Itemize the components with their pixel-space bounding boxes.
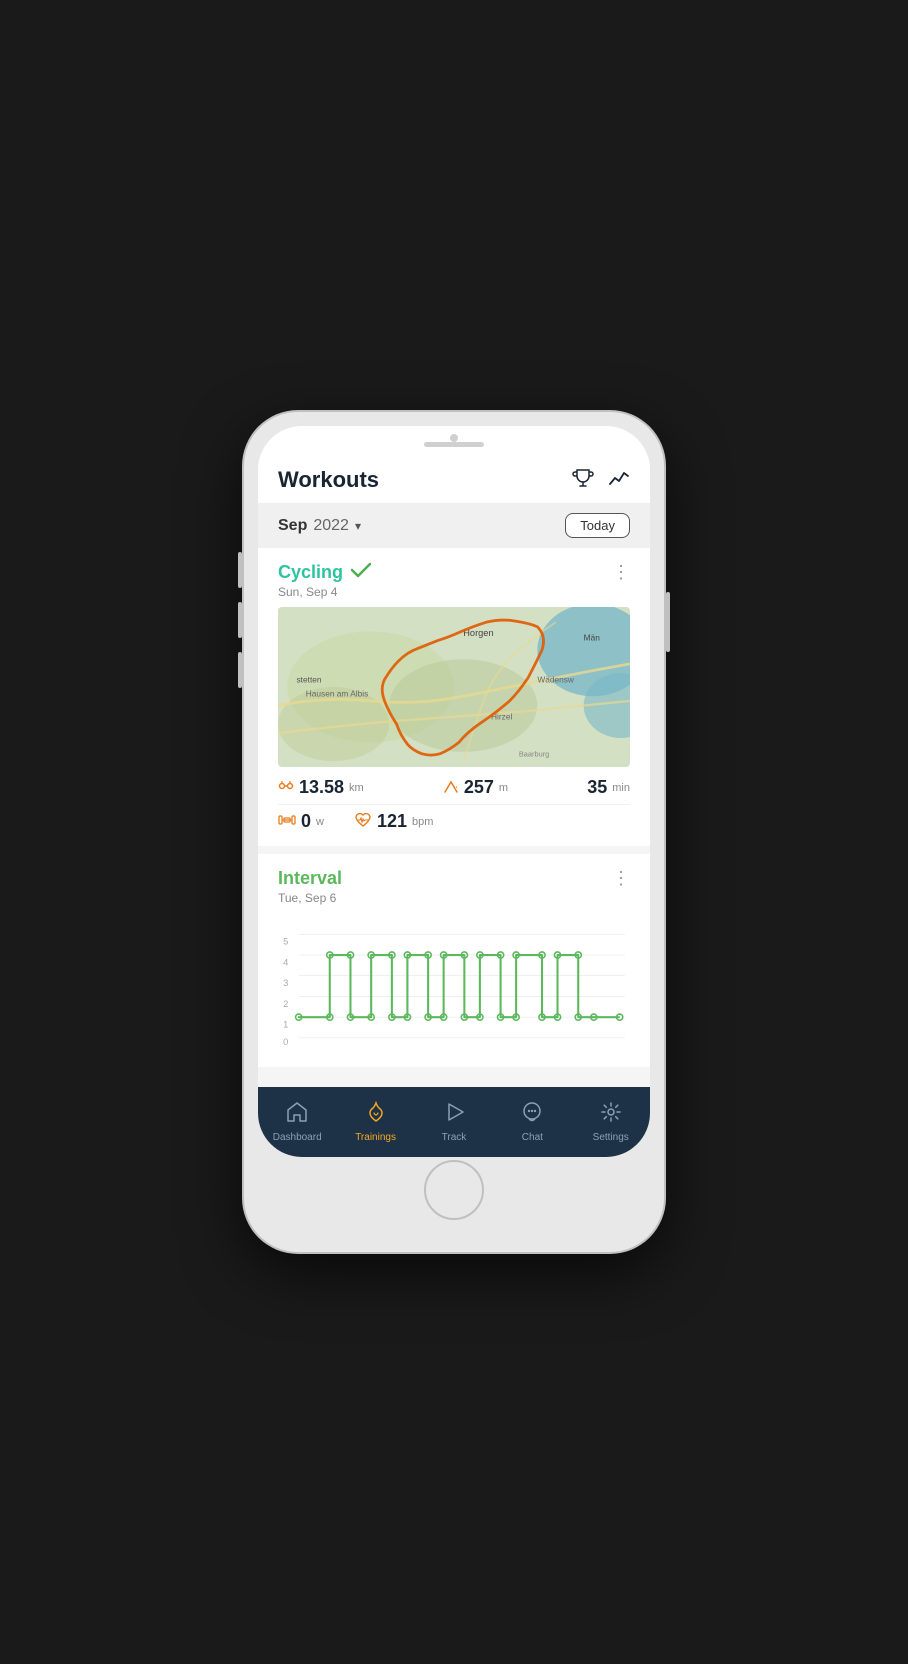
cycling-title: Cycling bbox=[278, 562, 343, 583]
nav-chat-label: Chat bbox=[522, 1132, 543, 1143]
date-bar: Sep 2022 ▾ Today bbox=[258, 503, 650, 548]
svg-text:0: 0 bbox=[283, 1037, 288, 1047]
cycling-more-icon[interactable]: ⋮ bbox=[612, 562, 630, 583]
date-selector[interactable]: Sep 2022 ▾ bbox=[278, 517, 361, 535]
power-stat: 0 w bbox=[278, 811, 324, 832]
workouts-list: Cycling ⋮ Sun, Sep 4 bbox=[258, 548, 650, 1087]
distance-stat: 13.58 km bbox=[278, 777, 364, 798]
distance-value: 13.58 bbox=[299, 777, 344, 798]
nav-dashboard[interactable]: Dashboard bbox=[270, 1101, 325, 1143]
nav-chat[interactable]: Chat bbox=[505, 1101, 560, 1143]
interval-card: Interval ⋮ Tue, Sep 6 0 1 2 3 4 bbox=[258, 854, 650, 1067]
svg-text:Baarburg: Baarburg bbox=[519, 749, 549, 758]
hr-icon bbox=[354, 812, 372, 831]
elevation-stat: 257 m bbox=[443, 777, 508, 798]
phone-frame: Workouts bbox=[244, 412, 664, 1252]
cycling-stats-row1: 13.58 km 257 m bbox=[278, 777, 630, 805]
cycling-date: Sun, Sep 4 bbox=[278, 585, 630, 599]
track-icon bbox=[443, 1101, 465, 1129]
app-content: Workouts bbox=[258, 454, 650, 1157]
elevation-value: 257 bbox=[464, 777, 494, 798]
power-unit: w bbox=[316, 816, 324, 828]
completed-check-icon bbox=[351, 562, 371, 583]
svg-text:1: 1 bbox=[283, 1020, 288, 1030]
cycling-map: Hausen am Albis Hirzel Wädensw Horgen Mä… bbox=[278, 607, 630, 767]
trophy-icon[interactable] bbox=[572, 466, 594, 493]
interval-header: Interval ⋮ bbox=[278, 868, 630, 889]
phone-home-area bbox=[258, 1157, 650, 1238]
svg-text:5: 5 bbox=[283, 937, 288, 947]
nav-settings-label: Settings bbox=[593, 1132, 629, 1143]
front-camera bbox=[450, 434, 458, 442]
hr-unit: bpm bbox=[412, 816, 433, 828]
interval-title: Interval bbox=[278, 868, 342, 889]
nav-trainings[interactable]: Trainings bbox=[348, 1101, 403, 1143]
power-button bbox=[666, 592, 670, 652]
nav-track-label: Track bbox=[442, 1132, 467, 1143]
trainings-icon bbox=[365, 1101, 387, 1129]
svg-text:4: 4 bbox=[283, 957, 288, 967]
status-bar bbox=[258, 426, 650, 454]
power-value: 0 bbox=[301, 811, 311, 832]
nav-dashboard-label: Dashboard bbox=[273, 1132, 322, 1143]
nav-track[interactable]: Track bbox=[426, 1101, 481, 1143]
cycling-header: Cycling ⋮ bbox=[278, 562, 630, 583]
svg-text:stetten: stetten bbox=[297, 674, 322, 684]
distance-unit: km bbox=[349, 782, 364, 794]
hr-stat: 121 bpm bbox=[354, 811, 433, 832]
svg-text:Män: Män bbox=[584, 633, 601, 643]
elevation-unit: m bbox=[499, 782, 508, 794]
hr-value: 121 bbox=[377, 811, 407, 832]
nav-trainings-label: Trainings bbox=[355, 1132, 396, 1143]
time-value: 35 bbox=[587, 777, 607, 798]
interval-date: Tue, Sep 6 bbox=[278, 891, 630, 905]
interval-more-icon[interactable]: ⋮ bbox=[612, 868, 630, 889]
svg-text:Wädensw: Wädensw bbox=[537, 674, 575, 684]
settings-icon bbox=[600, 1101, 622, 1129]
interval-chart: 0 1 2 3 4 5 bbox=[278, 913, 630, 1053]
time-stat: 35 min bbox=[587, 777, 630, 798]
power-icon bbox=[278, 813, 296, 830]
svg-text:2: 2 bbox=[283, 999, 288, 1009]
chat-icon bbox=[521, 1101, 543, 1129]
cycling-title-row: Cycling bbox=[278, 562, 371, 583]
chart-icon[interactable] bbox=[608, 466, 630, 493]
elevation-icon bbox=[443, 778, 459, 797]
speaker bbox=[424, 442, 484, 447]
nav-settings[interactable]: Settings bbox=[583, 1101, 638, 1143]
page-title: Workouts bbox=[278, 467, 379, 493]
today-button[interactable]: Today bbox=[565, 513, 630, 538]
home-icon bbox=[286, 1101, 308, 1129]
volume-buttons bbox=[238, 552, 242, 688]
home-button[interactable] bbox=[424, 1160, 484, 1220]
time-unit: min bbox=[612, 782, 630, 794]
svg-text:Hausen am Albis: Hausen am Albis bbox=[306, 688, 369, 698]
cycling-stats-row2: 0 w 121 bpm bbox=[278, 811, 630, 832]
chevron-down-icon: ▾ bbox=[355, 519, 361, 533]
phone-screen: Workouts bbox=[258, 426, 650, 1157]
app-header: Workouts bbox=[258, 454, 650, 503]
header-actions bbox=[572, 466, 630, 493]
year-label: 2022 bbox=[313, 517, 349, 535]
distance-icon bbox=[278, 778, 294, 797]
cycling-card: Cycling ⋮ Sun, Sep 4 bbox=[258, 548, 650, 846]
month-label: Sep bbox=[278, 517, 307, 535]
interval-title-row: Interval bbox=[278, 868, 342, 889]
bottom-navigation: Dashboard Trainings bbox=[258, 1087, 650, 1157]
svg-text:3: 3 bbox=[283, 978, 288, 988]
